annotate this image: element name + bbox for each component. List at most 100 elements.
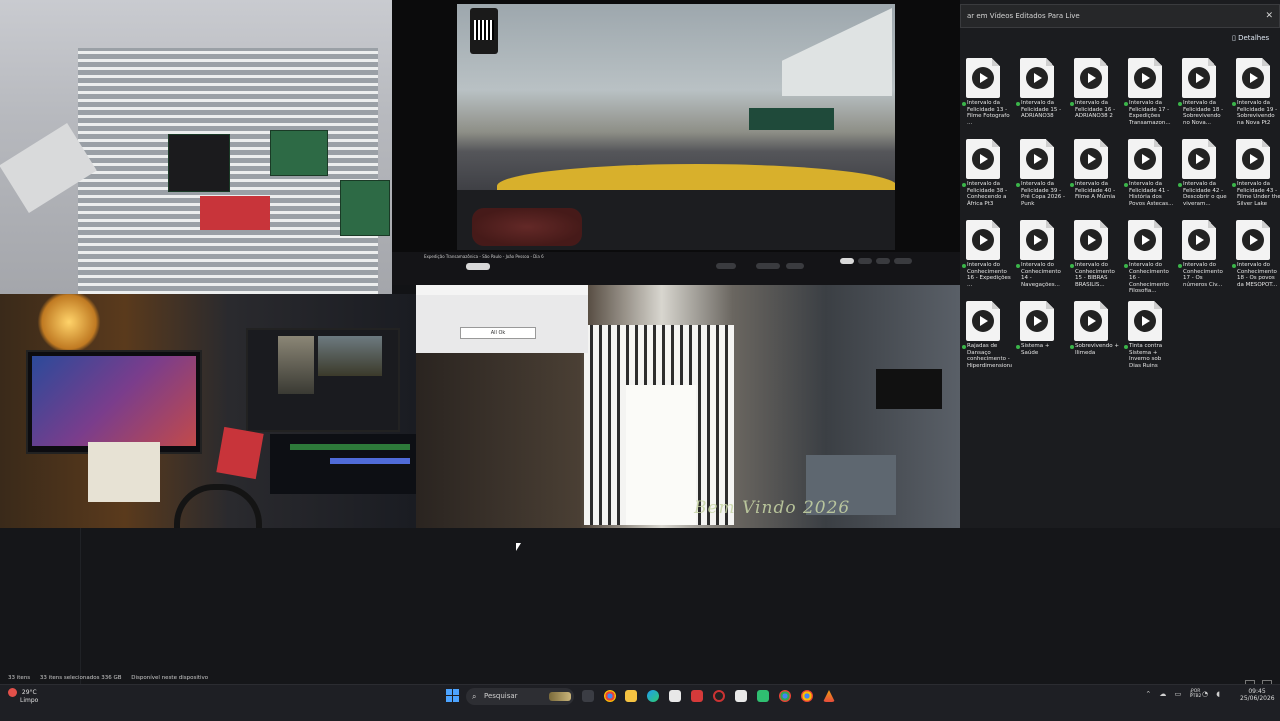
details-button[interactable]: ▯ Detalhes [1232,34,1269,42]
play-icon [1188,67,1210,89]
close-icon[interactable]: ✕ [1265,5,1273,27]
chrome-profile-icon[interactable] [779,690,791,702]
explorer-search-field[interactable]: ar em Vídeos Editados Para Live ✕ [960,4,1280,28]
chip-filter[interactable] [894,258,912,264]
chip-filter[interactable] [876,258,890,264]
camera-feed-workshop [0,0,392,294]
calendar [88,442,160,502]
edge-icon[interactable] [647,690,659,702]
status-selection: 33 itens selecionados 336 GB [39,675,122,681]
play-icon [1080,310,1102,332]
file-item[interactable]: Intervalo da Felicidade 40 - Filme A Múm… [1070,137,1120,217]
chip-filter[interactable] [858,258,872,264]
chrome-profile-icon[interactable] [801,690,813,702]
video-file-icon [1074,220,1108,260]
task-view-icon[interactable] [582,690,594,702]
gas-station-canopy [782,8,892,96]
video-file-icon [1020,139,1054,179]
file-item[interactable]: Intervalo da Felicidade 15 - ADRIANO38 [1016,56,1066,136]
monitor-screen [278,336,314,394]
language-bottom: PTB2 [1190,694,1202,699]
file-item[interactable]: Intervalo do Conhecimento 15 - BIBRAS BR… [1070,218,1120,298]
monitor-screen [32,356,196,446]
file-item[interactable]: Intervalo da Felicidade 38 - Conhecendo … [962,137,1012,217]
file-item[interactable]: Intervalo do Conhecimento 14 - Navegaçõe… [1016,218,1066,298]
file-explorer-icon[interactable] [625,690,637,702]
file-item[interactable]: Intervalo da Felicidade 13 - Filme Fotog… [962,56,1012,136]
search-highlight-image [549,692,571,701]
media-app-icon[interactable] [691,690,703,702]
taskbar-search[interactable]: ⌕ Pesquisar [466,688,574,705]
chevron-up-icon[interactable]: ⌃ [1145,690,1151,698]
lamp-light [34,294,104,350]
search-placeholder: Pesquisar [484,692,518,700]
play-icon [1242,67,1264,89]
pane-divider[interactable] [80,528,81,684]
camera-app-icon[interactable] [735,690,747,702]
video-file-icon [966,58,1000,98]
file-item[interactable]: Sobrevivendo + Ilimeda [1070,299,1120,379]
camera-feed-studio [0,294,416,528]
file-item[interactable]: Intervalo da Felicidade 42 - Descobrir o… [1178,137,1228,217]
explorer-address-text: ar em Vídeos Editados Para Live [967,12,1080,20]
video-file-icon [1074,58,1108,98]
wifi-icon[interactable]: ◔ [1202,690,1208,698]
play-icon [1242,148,1264,170]
file-item[interactable]: Intervalo do Conhecimento 17 - Os número… [1178,218,1228,298]
wall-tv [876,369,942,409]
play-icon [1134,148,1156,170]
file-item[interactable]: Tinta contra Sistema + Inverno sob Dias … [1124,299,1174,379]
file-name: Intervalo da Felicidade 18 - Sobrevivend… [1183,100,1224,126]
volume-icon[interactable]: ◖ [1216,690,1220,698]
chrome-icon[interactable] [604,690,616,702]
subscribe-button[interactable] [466,263,490,270]
play-icon [972,229,994,251]
status-bar: 33 itens 33 itens selecionados 336 GB Di… [0,672,1280,684]
play-icon [1026,148,1048,170]
green-app-icon[interactable] [757,690,769,702]
windows-logo-tile [453,696,459,702]
chip-all[interactable] [840,258,854,264]
file-item[interactable]: Sistema + Saúde [1016,299,1066,379]
play-icon [1026,310,1048,332]
dialog-title-bar [416,285,588,295]
dialog-ok-button[interactable]: All Ok [460,327,536,339]
start-button[interactable] [446,689,460,703]
weather-icon [8,688,17,697]
obs-icon[interactable] [713,690,725,702]
network-icon[interactable]: ▭ [1175,690,1182,698]
share-button[interactable] [756,263,780,269]
bright-doorway [626,385,696,525]
file-item[interactable]: Intervalo da Felicidade 43 - Filme Under… [1232,137,1280,217]
file-name: Intervalo da Felicidade 41 - História do… [1129,181,1174,207]
cloud-icon[interactable]: ☁ [1159,690,1166,698]
monitor-screen [318,336,382,376]
store-icon[interactable] [669,690,681,702]
file-name: Intervalo da Felicidade 19 - Sobrevivend… [1237,100,1278,126]
video-file-icon [1020,58,1054,98]
save-button[interactable] [786,263,804,269]
file-name: Intervalo da Felicidade 15 - ADRIANO38 [1021,100,1062,120]
file-name: Intervalo do Conhecimento 17 - Os número… [1183,262,1223,288]
file-item[interactable]: Intervalo do Conhecimento 18 - Os povos … [1232,218,1280,298]
qr-code [470,8,498,54]
language-indicator[interactable]: POR PTB2 [1190,689,1201,699]
taskbar-clock[interactable]: 09:45 25/06/2026 [1240,688,1275,702]
editing-timeline [270,434,416,494]
file-item[interactable]: Intervalo da Felicidade 19 - Sobrevivend… [1232,56,1280,136]
file-item[interactable]: Intervalo da Felicidade 41 - História do… [1124,137,1174,217]
file-name: Intervalo da Felicidade 42 - Descobrir o… [1183,181,1227,207]
like-button[interactable] [716,263,736,269]
file-item[interactable]: Intervalo do Conhecimento 16 - Expediçõe… [962,218,1012,298]
file-name: Intervalo da Felicidade 17 - Expedições … [1129,100,1171,126]
file-item[interactable]: Intervalo da Felicidade 16 - ADRIANO38 2 [1070,56,1120,136]
file-item[interactable]: Intervalo da Felicidade 39 - Pré Copa 20… [1016,137,1066,217]
file-item[interactable]: Rajadas de Dansaço conhecimento - Hiperd… [962,299,1012,379]
video-file-icon [1128,58,1162,98]
file-item[interactable]: Intervalo da Felicidade 18 - Sobrevivend… [1178,56,1228,136]
file-item[interactable]: Intervalo da Felicidade 17 - Expedições … [1124,56,1174,136]
video-file-icon [1020,301,1054,341]
file-item[interactable]: Intervalo do Conhecimento 16 - Conhecime… [1124,218,1174,298]
play-icon [972,67,994,89]
weather-widget[interactable]: 29°C Limpo [8,688,38,704]
